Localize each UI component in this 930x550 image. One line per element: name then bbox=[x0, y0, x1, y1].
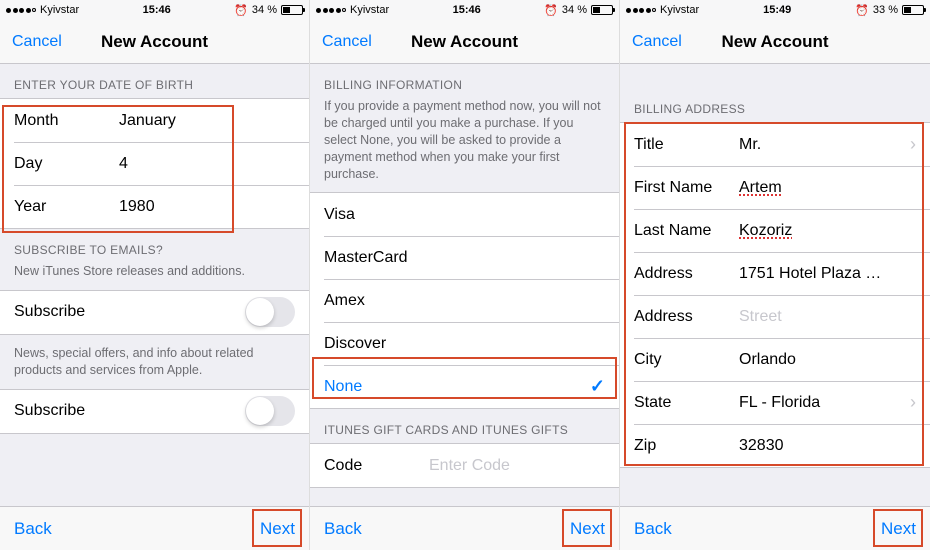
back-button[interactable]: Back bbox=[634, 519, 672, 539]
alarm-icon: ⏰ bbox=[855, 4, 869, 17]
battery-icon bbox=[902, 5, 924, 15]
navbar: Cancel New Account bbox=[310, 20, 619, 64]
clock: 15:49 bbox=[763, 4, 791, 16]
dob-header: ENTER YOUR DATE OF BIRTH bbox=[0, 64, 309, 98]
next-button[interactable]: Next bbox=[570, 519, 605, 539]
payment-visa[interactable]: Visa bbox=[310, 193, 619, 236]
chevron-right-icon: › bbox=[904, 134, 916, 155]
dob-day-label: Day bbox=[14, 155, 119, 173]
back-button[interactable]: Back bbox=[14, 519, 52, 539]
statusbar: Kyivstar 15:46 ⏰ 34 % bbox=[310, 0, 619, 20]
gift-code-label: Code bbox=[324, 457, 429, 475]
navbar: Cancel New Account bbox=[0, 20, 309, 64]
phone-screen-3: Kyivstar 15:49 ⏰ 33 % Cancel New Account… bbox=[620, 0, 930, 550]
billing-address-group: Title Mr. › First Name Artem Last Name K… bbox=[620, 122, 930, 468]
clock: 15:46 bbox=[453, 4, 481, 16]
city-row[interactable]: City Orlando bbox=[620, 338, 930, 381]
alarm-icon: ⏰ bbox=[544, 4, 558, 17]
zip-input[interactable]: 32830 bbox=[739, 437, 916, 455]
payment-methods-group: Visa MasterCard Amex Discover None ✓ bbox=[310, 192, 619, 409]
gift-code-row[interactable]: Code Enter Code bbox=[310, 444, 619, 487]
dob-month-row[interactable]: Month January bbox=[0, 99, 309, 142]
chevron-right-icon: › bbox=[904, 392, 916, 413]
next-button[interactable]: Next bbox=[260, 519, 295, 539]
signal-dots-icon bbox=[6, 8, 36, 13]
alarm-icon: ⏰ bbox=[234, 4, 248, 17]
cancel-button[interactable]: Cancel bbox=[632, 33, 682, 51]
dob-month-label: Month bbox=[14, 112, 119, 130]
dob-month-value: January bbox=[119, 112, 295, 130]
address2-row[interactable]: Address Street bbox=[620, 295, 930, 338]
battery-icon bbox=[591, 5, 613, 15]
address1-row[interactable]: Address 1751 Hotel Plaza … bbox=[620, 252, 930, 295]
billing-address-header: BILLING ADDRESS bbox=[620, 64, 930, 122]
navbar: Cancel New Account bbox=[620, 20, 930, 64]
billing-info-explain: If you provide a payment method now, you… bbox=[310, 98, 619, 192]
phone-screen-2: Kyivstar 15:46 ⏰ 34 % Cancel New Account… bbox=[310, 0, 620, 550]
title-row[interactable]: Title Mr. › bbox=[620, 123, 930, 166]
carrier-label: Kyivstar bbox=[350, 4, 389, 16]
page-title: New Account bbox=[101, 32, 208, 52]
first-name-input[interactable]: Artem bbox=[739, 179, 916, 197]
state-row[interactable]: State FL - Florida › bbox=[620, 381, 930, 424]
dob-year-row[interactable]: Year 1980 bbox=[0, 185, 309, 228]
page-title: New Account bbox=[721, 32, 828, 52]
cancel-button[interactable]: Cancel bbox=[12, 33, 62, 51]
dob-day-row[interactable]: Day 4 bbox=[0, 142, 309, 185]
battery-icon bbox=[281, 5, 303, 15]
emails-header: SUBSCRIBE TO EMAILS? bbox=[0, 229, 309, 263]
subscribe-label-1: Subscribe bbox=[14, 303, 245, 321]
back-button[interactable]: Back bbox=[324, 519, 362, 539]
dob-day-value: 4 bbox=[119, 155, 295, 173]
payment-amex[interactable]: Amex bbox=[310, 279, 619, 322]
battery-pct: 34 % bbox=[252, 4, 277, 16]
zip-row[interactable]: Zip 32830 bbox=[620, 424, 930, 467]
statusbar: Kyivstar 15:49 ⏰ 33 % bbox=[620, 0, 930, 20]
subscribe-toggle-1[interactable] bbox=[245, 297, 295, 327]
payment-discover[interactable]: Discover bbox=[310, 322, 619, 365]
checkmark-icon: ✓ bbox=[590, 376, 605, 397]
subscribe-label-2: Subscribe bbox=[14, 402, 245, 420]
city-input[interactable]: Orlando bbox=[739, 351, 916, 369]
payment-mastercard[interactable]: MasterCard bbox=[310, 236, 619, 279]
subscribe-row-1: Subscribe bbox=[0, 291, 309, 334]
subscribe-toggle-2[interactable] bbox=[245, 396, 295, 426]
dob-year-label: Year bbox=[14, 198, 119, 216]
phone-screen-1: Kyivstar 15:46 ⏰ 34 % Cancel New Account… bbox=[0, 0, 310, 550]
signal-dots-icon bbox=[316, 8, 346, 13]
subscribe-row-2: Subscribe bbox=[0, 390, 309, 433]
gift-header: ITUNES GIFT CARDS AND ITUNES GIFTS bbox=[310, 409, 619, 443]
dob-group: Month January Day 4 Year 1980 bbox=[0, 98, 309, 229]
battery-pct: 33 % bbox=[873, 4, 898, 16]
payment-none[interactable]: None ✓ bbox=[310, 365, 619, 408]
footer: Back Next bbox=[620, 506, 930, 550]
dob-year-value: 1980 bbox=[119, 198, 295, 216]
carrier-label: Kyivstar bbox=[660, 4, 699, 16]
gift-code-input[interactable]: Enter Code bbox=[429, 457, 605, 475]
billing-info-header: BILLING INFORMATION bbox=[310, 64, 619, 98]
carrier-label: Kyivstar bbox=[40, 4, 79, 16]
emails-note-2: News, special offers, and info about rel… bbox=[0, 335, 309, 389]
footer: Back Next bbox=[310, 506, 619, 550]
emails-note-1: New iTunes Store releases and additions. bbox=[0, 263, 309, 290]
address2-input[interactable]: Street bbox=[739, 308, 916, 326]
cancel-button[interactable]: Cancel bbox=[322, 33, 372, 51]
statusbar: Kyivstar 15:46 ⏰ 34 % bbox=[0, 0, 309, 20]
signal-dots-icon bbox=[626, 8, 656, 13]
page-title: New Account bbox=[411, 32, 518, 52]
battery-pct: 34 % bbox=[562, 4, 587, 16]
first-name-row[interactable]: First Name Artem bbox=[620, 166, 930, 209]
last-name-row[interactable]: Last Name Kozoriz bbox=[620, 209, 930, 252]
clock: 15:46 bbox=[143, 4, 171, 16]
last-name-input[interactable]: Kozoriz bbox=[739, 222, 916, 240]
footer: Back Next bbox=[0, 506, 309, 550]
address1-input[interactable]: 1751 Hotel Plaza … bbox=[739, 265, 916, 283]
next-button[interactable]: Next bbox=[881, 519, 916, 539]
